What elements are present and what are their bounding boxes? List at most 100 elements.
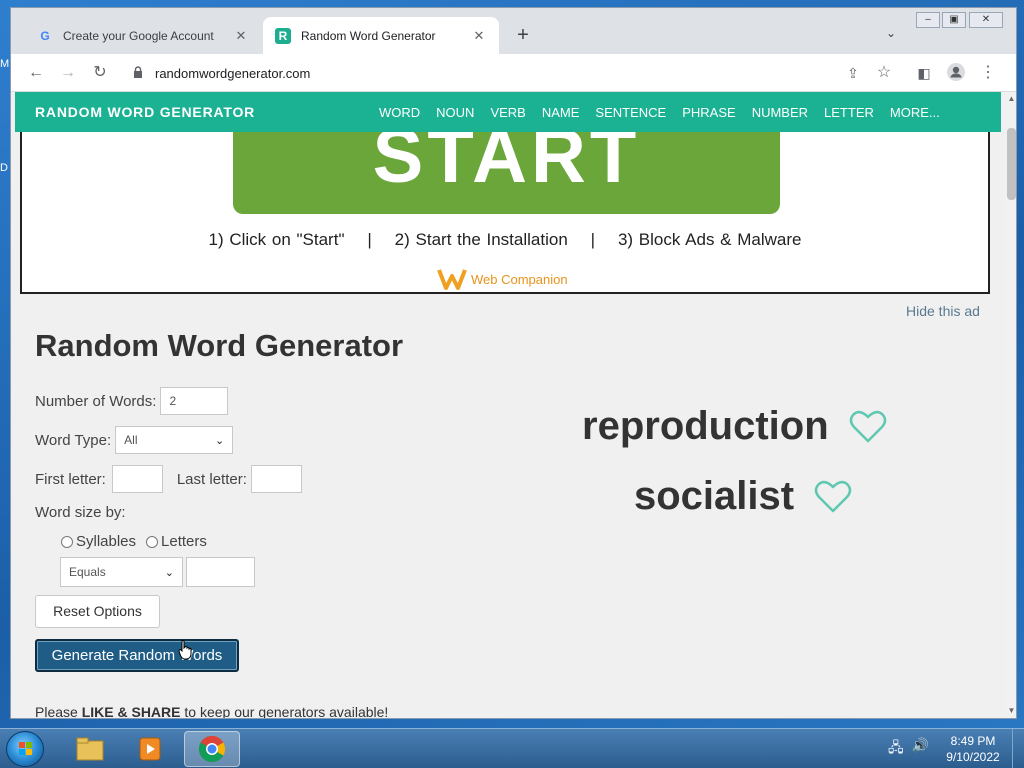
tab-title: Create your Google Account: [63, 28, 214, 43]
heart-icon[interactable]: [849, 410, 887, 444]
rwg-logo-icon: R: [275, 27, 291, 44]
taskbar-explorer[interactable]: [62, 731, 118, 767]
nav-sentence[interactable]: SENTENCE: [595, 105, 666, 120]
result-word: reproduction: [582, 404, 887, 449]
tab-strip: G Create your Google Account ✕ R Random …: [11, 8, 1016, 54]
number-of-words-label: Number of Words:: [35, 392, 157, 410]
nav-verb[interactable]: VERB: [490, 105, 525, 120]
nav-letter[interactable]: LETTER: [824, 105, 874, 120]
tab-random-word-generator[interactable]: R Random Word Generator ✕: [263, 17, 499, 54]
clock-time: 8:49 PM: [950, 734, 996, 748]
syllables-label: Syllables: [76, 533, 137, 550]
new-tab-button[interactable]: +: [511, 24, 535, 48]
result-word-text: socialist: [634, 474, 795, 518]
hand-cursor-icon: [178, 640, 192, 660]
address-bar[interactable]: randomwordgenerator.com: [123, 59, 845, 87]
word-type-row: Word Type: All ⌄: [35, 426, 234, 454]
share-suffix: to keep our generators available!: [180, 704, 389, 719]
last-letter-label: Last letter:: [176, 470, 247, 488]
word-type-value: All: [124, 433, 138, 447]
chevron-down-icon: ⌄: [164, 566, 174, 579]
result-word: socialist: [634, 474, 852, 519]
word-size-row: Word size by:: [35, 504, 126, 521]
share-icon[interactable]: ⇪: [842, 62, 864, 84]
word-size-options: Syllables Letters: [61, 533, 207, 550]
lock-icon: [133, 65, 143, 81]
scroll-down-arrow-icon[interactable]: ▼: [1007, 706, 1016, 715]
taskbar-chrome[interactable]: [184, 731, 240, 767]
nav-number[interactable]: NUMBER: [752, 105, 808, 120]
taskbar-media-player[interactable]: [122, 731, 178, 767]
ad-start-button[interactable]: START: [233, 132, 780, 214]
folder-icon: [76, 737, 104, 761]
tab-google-account[interactable]: G Create your Google Account ✕: [25, 17, 261, 54]
letter-filter-row: First letter: Last letter:: [35, 465, 302, 493]
result-word-text: reproduction: [582, 404, 829, 448]
advertisement[interactable]: START 1) Click on "Start" | 2) Start the…: [20, 132, 990, 294]
browser-toolbar: ← → ↻ randomwordgenerator.com ⇪ ☆ ◧ ⋮: [11, 54, 1016, 92]
minimize-button[interactable]: –: [916, 12, 940, 28]
site-navbar: RANDOM WORD GENERATOR WORD NOUN VERB NAM…: [15, 92, 1001, 132]
network-icon[interactable]: 🖧: [888, 737, 904, 761]
url-text: randomwordgenerator.com: [155, 65, 311, 81]
word-type-label: Word Type:: [35, 431, 112, 449]
ad-brand-name: Web Companion: [471, 271, 568, 287]
chrome-icon: [198, 735, 226, 763]
scrollbar-thumb[interactable]: [1007, 128, 1016, 200]
number-of-words-input[interactable]: 2: [160, 387, 229, 415]
google-g-icon: G: [40, 28, 50, 43]
start-button[interactable]: [6, 731, 44, 767]
side-panel-icon[interactable]: ◧: [913, 62, 935, 84]
last-letter-input[interactable]: [250, 465, 302, 493]
desktop-icon-label-fragment: D: [0, 162, 8, 174]
syllables-radio[interactable]: [61, 535, 73, 548]
chevron-down-icon: ⌄: [214, 434, 225, 447]
nav-more[interactable]: MORE...: [890, 105, 940, 120]
size-compare-value: Equals: [69, 565, 106, 579]
tab-title: Random Word Generator: [301, 28, 436, 43]
nav-name[interactable]: NAME: [542, 105, 580, 120]
nav-noun[interactable]: NOUN: [436, 105, 474, 120]
media-player-icon: [139, 737, 161, 761]
generate-random-words-button[interactable]: Generate Random Words: [35, 639, 239, 672]
heart-icon[interactable]: [814, 480, 852, 514]
hide-ad-link[interactable]: Hide this ad: [906, 303, 980, 319]
reload-icon[interactable]: ↻: [89, 62, 111, 84]
first-letter-input[interactable]: [111, 465, 163, 493]
nav-phrase[interactable]: PHRASE: [682, 105, 735, 120]
clock-date: 9/10/2022: [946, 750, 1000, 764]
ad-brand: Web Companion: [437, 268, 568, 290]
bookmark-star-icon[interactable]: ☆: [873, 62, 895, 84]
show-desktop-button[interactable]: [1012, 729, 1024, 768]
page-scrollbar[interactable]: ▲ ▼: [1005, 92, 1016, 718]
word-size-label: Word size by:: [35, 504, 126, 521]
letters-radio[interactable]: [146, 535, 159, 548]
profile-avatar-icon[interactable]: [945, 62, 967, 84]
size-compare-select[interactable]: Equals ⌄: [60, 557, 183, 587]
taskbar: 🖧 🔊 8:49 PM 9/10/2022: [0, 728, 1024, 768]
taskbar-clock[interactable]: 8:49 PM 9/10/2022: [940, 733, 1006, 765]
size-value-input[interactable]: [186, 557, 255, 587]
windows-logo-icon: [19, 742, 32, 755]
close-window-button[interactable]: ✕: [969, 12, 1003, 28]
menu-dots-icon[interactable]: ⋮: [977, 62, 999, 84]
ad-steps-text: 1) Click on "Start" | 2) Start the Insta…: [208, 230, 802, 249]
system-tray: 🖧 🔊: [888, 737, 929, 761]
close-icon[interactable]: ✕: [233, 28, 249, 44]
browser-window: G Create your Google Account ✕ R Random …: [10, 7, 1017, 719]
reset-options-button[interactable]: Reset Options: [35, 595, 160, 628]
share-prefix: Please: [35, 704, 82, 719]
word-size-compare-row: Equals ⌄: [60, 557, 255, 587]
forward-arrow-icon[interactable]: →: [57, 62, 79, 84]
scroll-up-arrow-icon[interactable]: ▲: [1007, 94, 1016, 103]
site-logo[interactable]: RANDOM WORD GENERATOR: [35, 104, 379, 120]
maximize-button[interactable]: ▣: [942, 12, 966, 28]
nav-word[interactable]: WORD: [379, 105, 420, 120]
volume-icon[interactable]: 🔊: [912, 737, 929, 761]
letters-label: Letters: [161, 533, 207, 550]
close-icon[interactable]: ✕: [471, 28, 487, 44]
tab-search-chevron-icon[interactable]: ⌄: [886, 26, 896, 40]
first-letter-label: First letter:: [35, 470, 106, 488]
back-arrow-icon[interactable]: ←: [25, 62, 47, 84]
word-type-select[interactable]: All ⌄: [115, 426, 234, 454]
